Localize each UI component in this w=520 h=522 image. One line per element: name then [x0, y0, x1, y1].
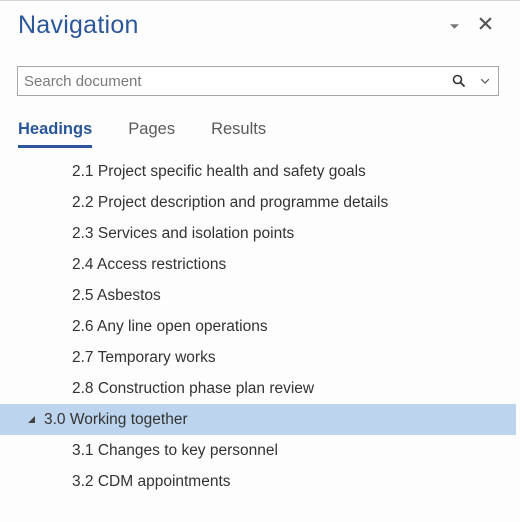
- heading-item[interactable]: 2.2 Project description and programme de…: [0, 187, 516, 218]
- search-dropdown-button[interactable]: [472, 67, 498, 95]
- caret-expanded-icon: [27, 415, 36, 424]
- tab-pages[interactable]: Pages: [128, 120, 175, 148]
- heading-item[interactable]: 2.3 Services and isolation points: [0, 218, 516, 249]
- heading-item[interactable]: 2.5 Asbestos: [0, 280, 516, 311]
- heading-item[interactable]: 2.1 Project specific health and safety g…: [0, 156, 516, 187]
- heading-label: 3.1 Changes to key personnel: [72, 443, 278, 459]
- heading-label: 2.5 Asbestos: [72, 288, 161, 304]
- panel-title: Navigation: [18, 11, 440, 40]
- heading-label: 2.8 Construction phase plan review: [72, 381, 314, 397]
- heading-label: 2.2 Project description and programme de…: [72, 195, 388, 211]
- search-buttons: [446, 67, 498, 95]
- heading-label: 2.3 Services and isolation points: [72, 226, 294, 242]
- heading-label: 2.4 Access restrictions: [72, 257, 226, 273]
- heading-item[interactable]: 3.1 Changes to key personnel: [0, 435, 516, 466]
- chevron-down-icon: [450, 24, 459, 30]
- heading-item[interactable]: 2.6 Any line open operations: [0, 311, 516, 342]
- search-icon: [452, 74, 466, 88]
- navigation-pane: Navigation: [0, 0, 520, 522]
- panel-header: Navigation: [0, 1, 516, 48]
- heading-label: 3.2 CDM appointments: [72, 474, 231, 490]
- panel-menu-button[interactable]: [440, 13, 469, 38]
- headings-tree: 2.1 Project specific health and safety g…: [0, 156, 516, 497]
- heading-item[interactable]: 2.4 Access restrictions: [0, 249, 516, 280]
- heading-item[interactable]: 2.7 Temporary works: [0, 342, 516, 373]
- heading-label: 2.6 Any line open operations: [72, 319, 268, 335]
- heading-label: 3.0 Working together: [44, 412, 188, 428]
- close-icon: [479, 17, 492, 30]
- panel-close-button[interactable]: [469, 13, 502, 38]
- heading-label: 2.7 Temporary works: [72, 350, 216, 366]
- search-input[interactable]: [17, 66, 499, 96]
- tab-results[interactable]: Results: [211, 120, 266, 148]
- search-container: [17, 66, 499, 96]
- heading-item-selected[interactable]: 3.0 Working together: [0, 404, 516, 435]
- heading-item[interactable]: 2.8 Construction phase plan review: [0, 373, 516, 404]
- search-submit-button[interactable]: [446, 67, 472, 95]
- heading-label: 2.1 Project specific health and safety g…: [72, 164, 366, 180]
- heading-item[interactable]: 3.2 CDM appointments: [0, 466, 516, 497]
- tab-strip: Headings Pages Results: [18, 120, 516, 148]
- chevron-down-icon: [481, 79, 489, 84]
- tab-headings[interactable]: Headings: [18, 120, 92, 148]
